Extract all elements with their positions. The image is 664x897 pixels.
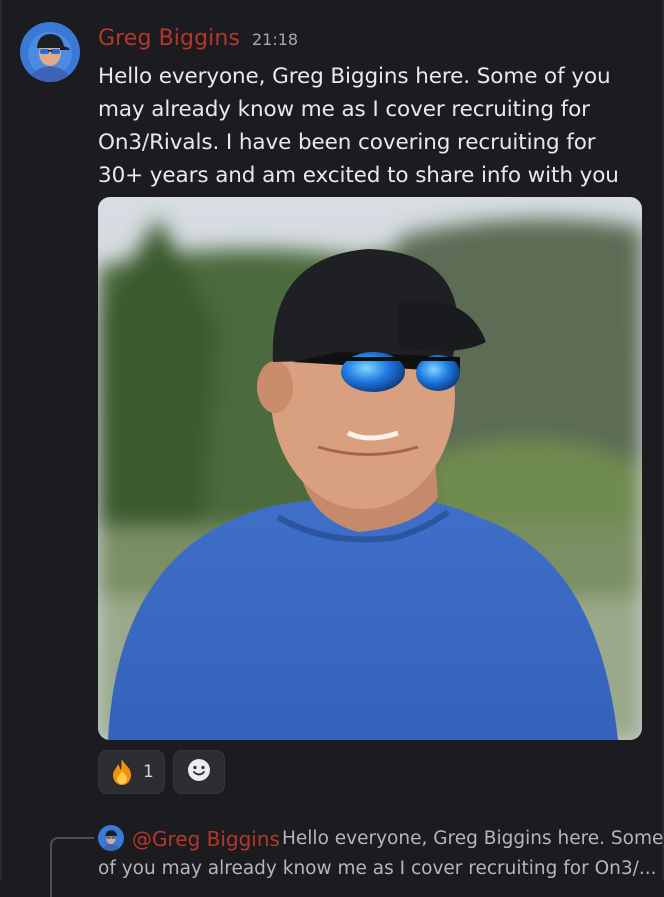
window-border-left (0, 0, 2, 880)
photo-attachment[interactable] (98, 197, 642, 740)
reply-spine (50, 837, 94, 897)
reaction-bar: 1 (98, 750, 225, 794)
message-header: Greg Biggins 21:18 (98, 26, 298, 56)
reply-avatar[interactable] (98, 825, 124, 851)
reaction-count: 1 (143, 762, 154, 782)
reply-mention[interactable]: @Greg Biggins (132, 825, 280, 853)
reply-preview-line1[interactable]: Hello everyone, Greg Biggins here. Some (282, 825, 663, 853)
author-name[interactable]: Greg Biggins (98, 26, 240, 51)
add-reaction-button[interactable] (172, 750, 225, 794)
smiley-add-reaction-icon (186, 757, 212, 787)
message-timestamp: 21:18 (251, 30, 299, 49)
fire-icon (109, 758, 135, 786)
reaction-fire[interactable]: 1 (98, 750, 165, 794)
reply-preview-line2[interactable]: of you may already know me as I cover re… (98, 855, 657, 883)
user-avatar[interactable] (20, 22, 80, 82)
